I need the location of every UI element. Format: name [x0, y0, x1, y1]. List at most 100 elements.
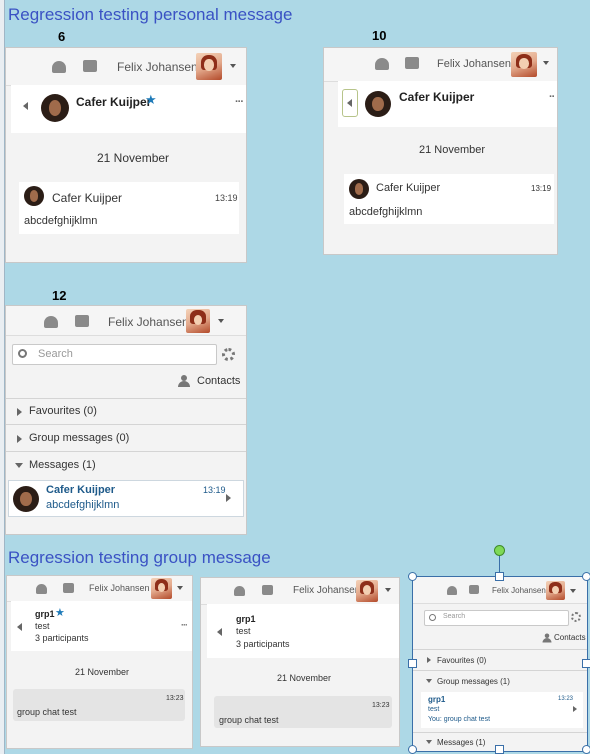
contacts-link[interactable]: Contacts: [197, 375, 240, 387]
resize-handle-bottom[interactable]: [495, 745, 504, 754]
user-name[interactable]: Felix Johansen: [437, 58, 511, 70]
message-text: group chat test: [219, 715, 279, 725]
user-avatar[interactable]: [546, 581, 565, 600]
search-icon: [429, 614, 436, 621]
more-options-icon[interactable]: ··: [549, 91, 555, 103]
group-panel-c[interactable]: Felix Johansen Search Contacts Favourite…: [412, 576, 588, 752]
user-name[interactable]: Felix Johansen: [108, 315, 189, 329]
resize-handle-right[interactable]: [582, 659, 590, 668]
group-panel-b: Felix Johansen grp1 test 3 participants …: [200, 577, 400, 747]
notifications-icon[interactable]: [44, 316, 58, 328]
group-header: grp1 ★ test 3 participants ···: [11, 601, 192, 651]
chat-icon[interactable]: [405, 57, 419, 69]
conversation-list-item[interactable]: Cafer Kuijper 13:19 abcdefghijklmn: [8, 480, 244, 517]
back-arrow-icon[interactable]: [17, 623, 22, 631]
label-6: 6: [58, 29, 66, 44]
back-arrow-icon[interactable]: [23, 102, 28, 110]
open-arrow-icon: [573, 706, 577, 712]
notifications-icon[interactable]: [52, 61, 66, 73]
conversation-header: Cafer Kuijper ★ ···: [11, 85, 246, 133]
message-text: abcdefghijklmn: [349, 206, 423, 218]
notifications-icon[interactable]: [447, 586, 457, 595]
chat-icon[interactable]: [469, 585, 479, 594]
notifications-icon[interactable]: [375, 58, 389, 70]
message-text: abcdefghijklmn: [24, 215, 98, 227]
user-menu-caret-icon[interactable]: [218, 319, 224, 323]
resize-handle-top-right[interactable]: [582, 572, 590, 581]
group-time: 13:23: [558, 696, 574, 702]
resize-handle-top-left[interactable]: [408, 572, 417, 581]
back-arrow-icon[interactable]: [217, 628, 222, 636]
message-bubble: 13:23 group chat test: [214, 696, 392, 728]
group-participants: 3 participants: [236, 639, 290, 649]
favourites-section[interactable]: Favourites (0): [413, 649, 587, 671]
messages-section[interactable]: Messages (1): [6, 451, 246, 479]
message-time: 13:19: [531, 184, 552, 193]
favourite-star-icon[interactable]: ★: [55, 606, 65, 619]
heading-personal: Regression testing personal message: [8, 5, 293, 24]
message-time: 13:19: [215, 193, 238, 203]
group-messages-section[interactable]: Group messages (1): [413, 670, 587, 692]
user-avatar[interactable]: [356, 580, 378, 602]
expand-arrow-icon: [17, 408, 22, 416]
contacts-icon[interactable]: [178, 375, 190, 387]
user-avatar[interactable]: [151, 578, 172, 599]
favourites-label: Favourites (0): [437, 656, 487, 665]
chat-icon[interactable]: [63, 583, 74, 593]
resize-handle-bottom-right[interactable]: [582, 745, 590, 754]
group-name: grp1: [428, 695, 446, 704]
search-placeholder: Search: [38, 348, 73, 360]
user-menu-caret-icon[interactable]: [570, 589, 576, 593]
group-list-item[interactable]: grp1 13:23 test You: group chat test: [421, 692, 583, 728]
conversation-time: 13:19: [203, 485, 226, 495]
notifications-icon[interactable]: [36, 584, 47, 594]
chat-icon[interactable]: [75, 315, 89, 327]
user-avatar[interactable]: [186, 309, 210, 333]
resize-handle-bottom-left[interactable]: [408, 745, 417, 754]
favourites-section[interactable]: Favourites (0): [6, 398, 246, 425]
panel-12-contacts: Felix Johansen Search Contacts Favourite…: [5, 305, 247, 535]
more-options-icon[interactable]: ···: [181, 620, 188, 630]
user-avatar[interactable]: [196, 53, 222, 80]
top-bar: Felix Johansen: [413, 577, 587, 604]
user-name[interactable]: Felix Johansen: [492, 586, 546, 595]
rotate-handle[interactable]: [494, 545, 505, 556]
back-button[interactable]: [342, 89, 358, 117]
group-messages-label: Group messages (0): [29, 432, 130, 444]
group-name: grp1: [35, 609, 55, 619]
resize-handle-left[interactable]: [408, 659, 417, 668]
user-name[interactable]: Felix Johansen: [89, 583, 150, 593]
user-menu-caret-icon[interactable]: [177, 586, 183, 590]
contacts-icon[interactable]: [542, 633, 552, 643]
resize-handle-top[interactable]: [495, 572, 504, 581]
user-menu-caret-icon[interactable]: [230, 64, 236, 68]
group-messages-section[interactable]: Group messages (0): [6, 424, 246, 452]
chat-icon[interactable]: [262, 585, 273, 595]
contact-avatar: [13, 486, 39, 512]
user-name[interactable]: Felix Johansen: [293, 585, 360, 596]
panel-6-conversation: Felix Johansen Cafer Kuijper ★ ··· 21 No…: [5, 47, 247, 263]
user-avatar[interactable]: [511, 52, 537, 77]
expand-arrow-icon: [427, 657, 431, 663]
message-text: group chat test: [17, 707, 77, 717]
top-bar: Felix Johansen: [201, 578, 399, 605]
heading-group: Regression testing group message: [8, 548, 271, 567]
user-menu-caret-icon[interactable]: [385, 588, 391, 592]
search-placeholder: Search: [443, 613, 466, 620]
conversation-preview: abcdefghijklmn: [46, 499, 120, 511]
contacts-link[interactable]: Contacts: [554, 633, 586, 642]
collapse-arrow-icon: [426, 679, 432, 683]
settings-gear-icon[interactable]: [222, 348, 235, 361]
more-options-icon[interactable]: ···: [235, 96, 244, 108]
chat-icon[interactable]: [83, 60, 97, 72]
favourite-star-icon[interactable]: ★: [145, 92, 157, 108]
settings-gear-icon[interactable]: [571, 612, 581, 622]
search-input[interactable]: Search: [12, 344, 217, 365]
search-input[interactable]: Search: [424, 610, 569, 626]
notifications-icon[interactable]: [234, 586, 245, 596]
user-name[interactable]: Felix Johansen: [117, 60, 198, 74]
group-participants: 3 participants: [35, 633, 89, 643]
user-menu-caret-icon[interactable]: [543, 61, 549, 65]
date-separator: 21 November: [97, 151, 170, 165]
message-sender: Cafer Kuijper: [52, 191, 123, 205]
